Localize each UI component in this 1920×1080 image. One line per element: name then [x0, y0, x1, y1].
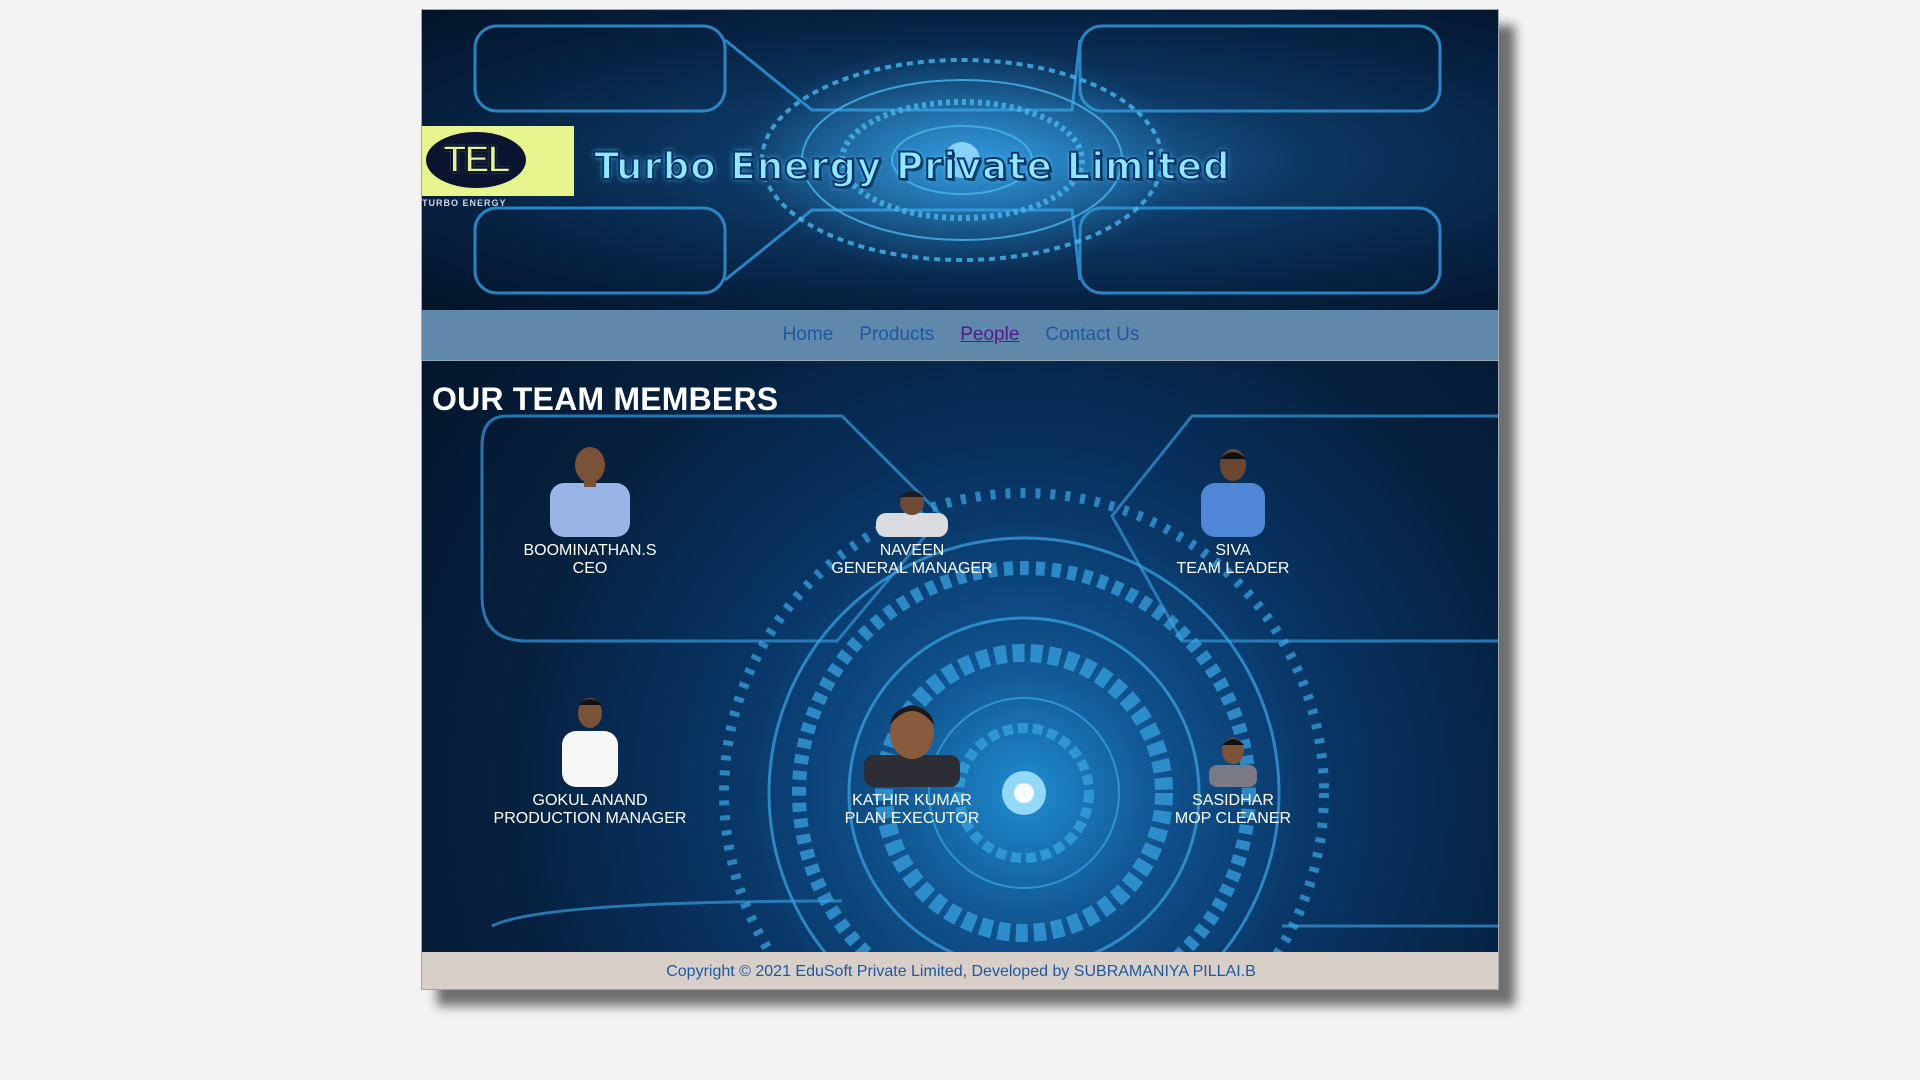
member-name: BOOMINATHAN.S	[523, 542, 657, 559]
copyright-text: Copyright © 2021 EduSoft Private Limited…	[666, 962, 1256, 980]
member-name: GOKUL ANAND	[532, 792, 648, 809]
logo-emblem: TEL	[426, 132, 526, 188]
member-name: NAVEEN	[879, 542, 945, 559]
nav-people-link[interactable]: People	[960, 324, 1019, 346]
nav-contact-link[interactable]: Contact Us	[1045, 324, 1139, 346]
page-container: TEL TURBO ENERGY Turbo Energy Private Li…	[421, 9, 1499, 990]
team-member-card: KATHIR KUMAR PLAN EXECUTOR	[802, 691, 1022, 828]
team-member-card: GOKUL ANAND PRODUCTION MANAGER	[480, 691, 700, 828]
member-photo	[876, 491, 948, 537]
member-role: CEO	[572, 560, 608, 577]
member-role: PRODUCTION MANAGER	[493, 810, 687, 827]
member-photo	[1201, 449, 1265, 537]
logo-background: TEL	[422, 126, 574, 196]
member-photo	[550, 447, 630, 537]
member-name: KATHIR KUMAR	[852, 792, 972, 809]
member-name: SIVA	[1215, 542, 1251, 559]
logo-text: TEL	[442, 138, 512, 182]
member-photo	[864, 705, 960, 787]
team-title: OUR TEAM MEMBERS	[432, 381, 779, 417]
page-footer: Copyright © 2021 EduSoft Private Limited…	[422, 952, 1498, 989]
banner-title: Turbo Energy Private Limited	[593, 144, 1231, 189]
member-role: MOP CLEANER	[1174, 810, 1292, 827]
logo-subtext: TURBO ENERGY	[422, 198, 507, 208]
main-nav: Home Products People Contact Us	[422, 310, 1498, 360]
team-member-card: SIVA TEAM LEADER	[1123, 441, 1343, 578]
member-role: GENERAL MANAGER	[831, 560, 993, 577]
team-member-card: BOOMINATHAN.S CEO	[480, 441, 700, 578]
nav-products-link[interactable]: Products	[859, 324, 934, 346]
header-banner: TEL TURBO ENERGY Turbo Energy Private Li…	[422, 10, 1498, 310]
nav-home-link[interactable]: Home	[783, 324, 834, 346]
team-section: OUR TEAM MEMBERS BOOMINATHAN.S CEO NAVEE…	[422, 360, 1498, 953]
company-logo[interactable]: TEL TURBO ENERGY	[422, 126, 574, 208]
team-member-card: SASIDHAR MOP CLEANER	[1123, 691, 1343, 828]
member-role: PLAN EXECUTOR	[844, 810, 980, 827]
member-name: SASIDHAR	[1192, 792, 1274, 809]
member-photo	[562, 698, 618, 787]
member-photo	[1209, 738, 1257, 787]
team-member-card: NAVEEN GENERAL MANAGER	[802, 441, 1022, 578]
member-role: TEAM LEADER	[1176, 560, 1290, 577]
